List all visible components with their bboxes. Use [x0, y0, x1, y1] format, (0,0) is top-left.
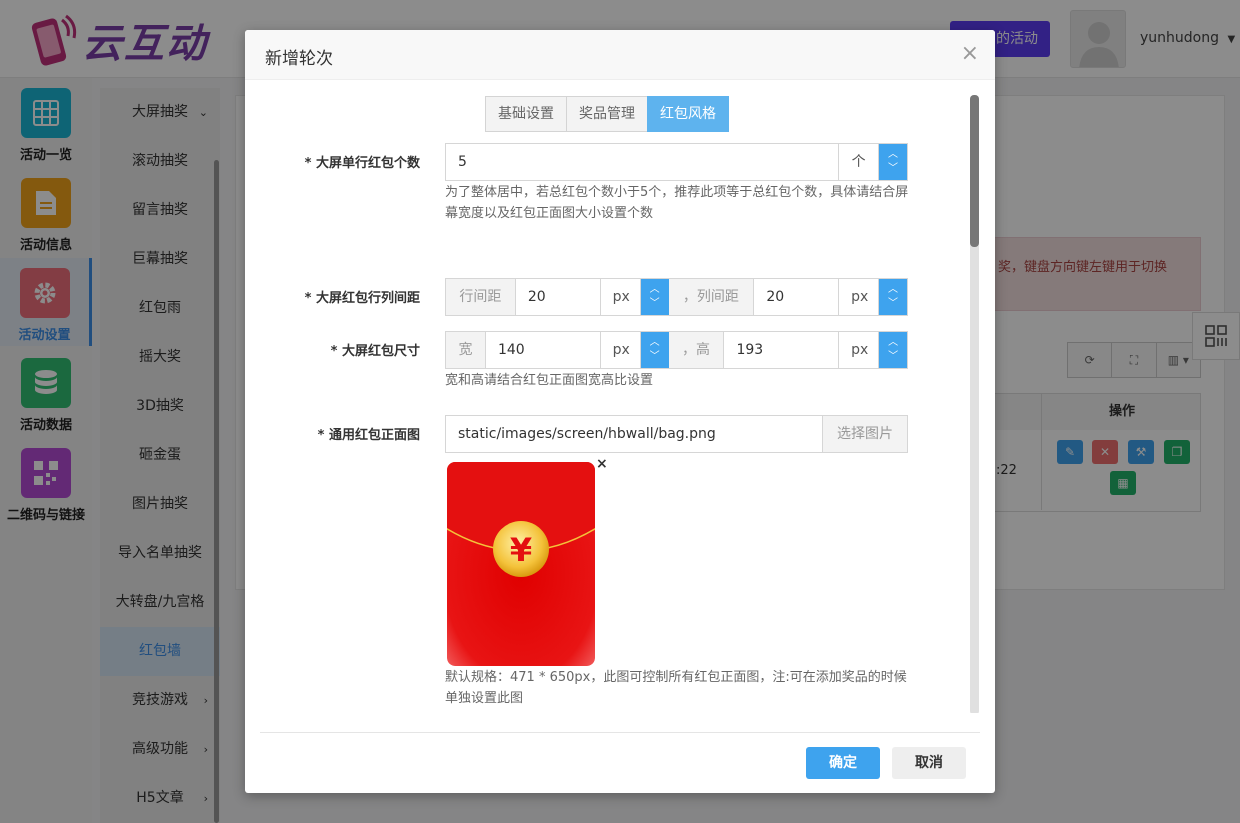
label-spacing: * 大屏红包行列间距 [304, 291, 420, 306]
remove-image-icon[interactable]: × [596, 456, 608, 472]
width-stepper[interactable]: ︿ ﹀ [640, 332, 669, 368]
per-row-count-group: 5 个 ︿ ﹀ [445, 143, 908, 181]
front-image-path-input[interactable]: static/images/screen/hbwall/bag.png [446, 416, 823, 452]
per-row-unit: 个 [839, 144, 880, 180]
label-front-image: * 通用红包正面图 [317, 428, 420, 443]
front-image-help: 默认规格：471 * 650px，此图可控制所有红包正面图，注:可在添加奖品的时… [445, 670, 907, 706]
size-group: 宽 140 px ︿ ﹀ ，高 193 px ︿ ﹀ [445, 331, 908, 369]
row-gap-unit: px [600, 279, 641, 315]
chevron-up-icon[interactable]: ︿ [888, 336, 898, 350]
chevron-up-icon[interactable]: ︿ [650, 283, 660, 297]
row-gap-label: 行间距 [446, 279, 516, 315]
per-row-count-input[interactable]: 5 [446, 144, 840, 180]
chevron-up-icon[interactable]: ︿ [650, 336, 660, 350]
chevron-up-icon[interactable]: ︿ [888, 148, 898, 162]
tab-prize-management[interactable]: 奖品管理 [566, 96, 648, 132]
height-stepper[interactable]: ︿ ﹀ [879, 332, 908, 368]
height-input[interactable]: 193 [724, 332, 840, 368]
width-unit: px [600, 332, 641, 368]
close-icon[interactable]: × [961, 42, 979, 66]
chevron-down-icon[interactable]: ﹀ [650, 297, 660, 311]
height-unit: px [839, 332, 880, 368]
per-row-stepper[interactable]: ︿ ﹀ [879, 144, 907, 180]
col-gap-input[interactable]: 20 [754, 279, 840, 315]
spacing-group: 行间距 20 px ︿ ﹀ ，列间距 20 px ︿ ﹀ [445, 278, 908, 316]
modal-header: 新增轮次 × [245, 30, 995, 80]
chevron-down-icon[interactable]: ﹀ [888, 350, 898, 364]
tab-bar: 基础设置 奖品管理 红包风格 [485, 96, 729, 132]
col-gap-stepper[interactable]: ︿ ﹀ [879, 279, 907, 315]
cancel-button[interactable]: 取消 [892, 747, 966, 779]
modal-footer: 确定 取消 [260, 732, 980, 793]
red-envelope-preview-image: ¥ [447, 462, 595, 666]
chevron-down-icon[interactable]: ﹀ [888, 162, 898, 176]
tab-red-packet-style[interactable]: 红包风格 [647, 96, 729, 132]
tab-basic-settings[interactable]: 基础设置 [485, 96, 567, 132]
modal-body: 基础设置 奖品管理 红包风格 * 大屏单行红包个数 5 个 ︿ ﹀ 为了整体居中，… [245, 80, 995, 713]
confirm-button[interactable]: 确定 [806, 747, 880, 779]
row-gap-stepper[interactable]: ︿ ﹀ [640, 279, 669, 315]
per-row-help: 为了整体居中，若总红包个数小于5个，推荐此项等于总红包个数，具体请结合屏幕宽度以… [445, 185, 909, 221]
label-per-row-count: * 大屏单行红包个数 [304, 156, 420, 171]
chevron-up-icon[interactable]: ︿ [888, 283, 898, 297]
modal-scrollbar[interactable] [970, 95, 979, 713]
width-label: 宽 [446, 332, 486, 368]
chevron-down-icon[interactable]: ﹀ [650, 350, 660, 364]
front-image-group: static/images/screen/hbwall/bag.png 选择图片 [445, 415, 908, 453]
col-gap-unit: px [839, 279, 880, 315]
chevron-down-icon[interactable]: ﹀ [888, 297, 898, 311]
width-input[interactable]: 140 [486, 332, 601, 368]
yuan-symbol: ¥ [510, 531, 532, 569]
size-help: 宽和高请结合红包正面图宽高比设置 [445, 373, 654, 388]
row-gap-input[interactable]: 20 [516, 279, 601, 315]
modal-title: 新增轮次 [265, 49, 333, 69]
height-label: ，高 [668, 332, 725, 368]
add-round-modal: 新增轮次 × 基础设置 奖品管理 红包风格 * 大屏单行红包个数 5 个 ︿ ﹀ … [245, 30, 995, 793]
label-size: * 大屏红包尺寸 [330, 344, 420, 359]
modal-scrollbar-thumb[interactable] [970, 95, 979, 247]
choose-image-button[interactable]: 选择图片 [823, 416, 907, 452]
col-gap-label: ，列间距 [668, 279, 755, 315]
